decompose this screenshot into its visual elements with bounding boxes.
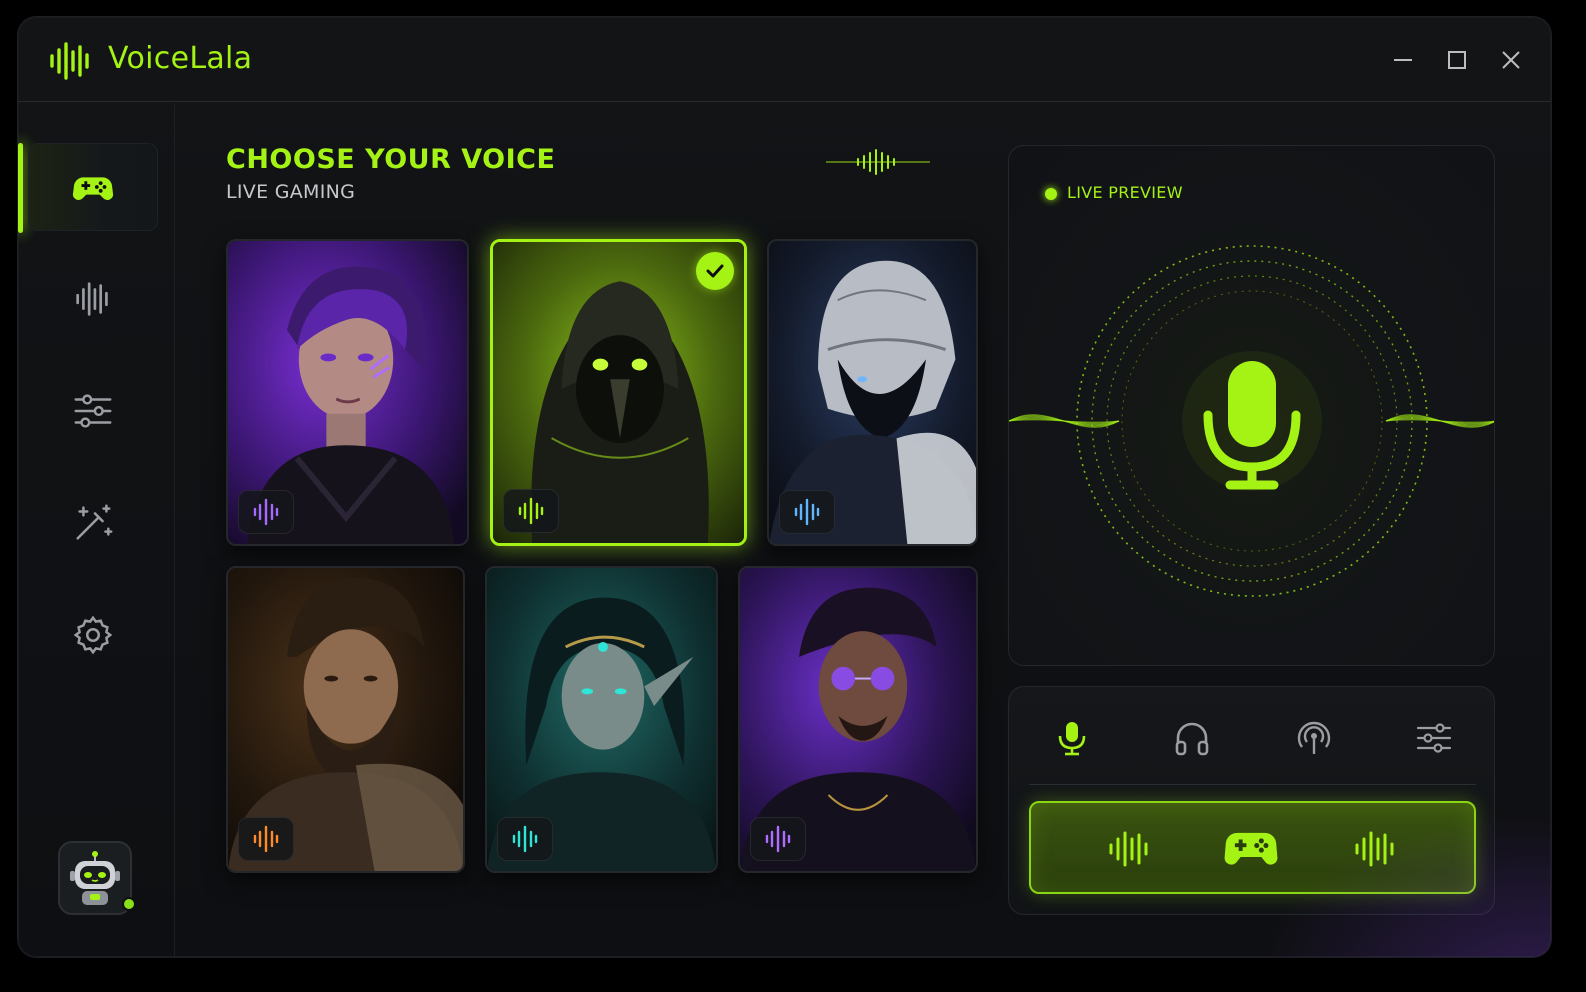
robot-icon	[70, 851, 120, 905]
sidebar	[18, 103, 175, 957]
page-title: CHOOSE YOUR VOICE	[226, 144, 556, 175]
waveform-icon	[253, 825, 279, 853]
live-indicator-dot	[1045, 188, 1057, 200]
waveform-icon	[76, 282, 108, 316]
magic-wand-icon	[76, 504, 113, 540]
waveform-icon	[512, 825, 538, 853]
waveform-logo-icon	[50, 42, 89, 80]
online-status-dot	[122, 897, 136, 911]
voice-preview-button[interactable]	[238, 817, 294, 861]
voice-preview-button[interactable]	[497, 817, 553, 861]
voice-card[interactable]	[485, 566, 718, 873]
microphone-toggle[interactable]	[1049, 715, 1095, 761]
close-button[interactable]	[1496, 45, 1526, 75]
gamepad-icon	[1224, 832, 1278, 865]
sidebar-item-effects[interactable]	[28, 479, 158, 567]
voice-preview-button[interactable]	[503, 489, 559, 533]
selected-check-icon	[696, 252, 734, 290]
sliders-icon	[74, 394, 112, 428]
divider	[1029, 784, 1476, 785]
assistant-avatar[interactable]	[58, 841, 136, 915]
headphones-icon	[1175, 722, 1209, 756]
settings-sliders-toggle[interactable]	[1411, 715, 1457, 761]
voice-preview-button[interactable]	[750, 817, 806, 861]
maximize-icon	[1448, 51, 1466, 69]
gamepad-icon	[72, 177, 114, 200]
maximize-button[interactable]	[1442, 45, 1472, 75]
mode-voice-left[interactable]	[1101, 821, 1157, 877]
sidebar-item-voice[interactable]	[28, 255, 158, 343]
mode-voice-right[interactable]	[1347, 821, 1403, 877]
sidebar-item-equalizer[interactable]	[28, 367, 158, 455]
app-title: VoiceLala	[108, 41, 253, 76]
headphones-toggle[interactable]	[1169, 715, 1215, 761]
gear-icon	[73, 615, 113, 655]
sliders-icon	[1416, 723, 1452, 753]
broadcast-toggle[interactable]	[1291, 715, 1337, 761]
waveform-icon	[253, 498, 279, 526]
close-icon	[1502, 51, 1520, 69]
title-bar: VoiceLala	[18, 17, 1551, 102]
voice-card[interactable]	[738, 566, 978, 873]
page-subtitle: LIVE GAMING	[226, 181, 356, 203]
live-preview-panel: LIVE PREVIEW	[1008, 145, 1495, 666]
waveform-icon	[765, 825, 791, 853]
waveform-icon	[1355, 831, 1394, 867]
mode-gaming[interactable]	[1223, 821, 1279, 877]
audio-visualizer	[1009, 245, 1494, 597]
live-preview-label: LIVE PREVIEW	[1067, 183, 1183, 202]
voice-card[interactable]	[767, 239, 978, 546]
waveform-icon	[794, 498, 820, 526]
audio-control-panel	[1008, 686, 1495, 915]
broadcast-icon	[1297, 721, 1331, 754]
active-indicator	[18, 143, 23, 233]
minimize-button[interactable]	[1388, 45, 1418, 75]
waveform-decoration-icon	[826, 149, 930, 175]
microphone-icon	[1058, 722, 1086, 756]
waveform-icon	[518, 497, 544, 525]
sidebar-item-settings[interactable]	[28, 591, 158, 679]
voice-preview-button[interactable]	[238, 490, 294, 534]
voice-preview-button[interactable]	[779, 490, 835, 534]
sidebar-item-gaming[interactable]	[28, 143, 158, 231]
voice-card[interactable]	[226, 239, 469, 546]
app-window: VoiceLala CHOOSE YOUR VOICE LIVE GAMING …	[18, 17, 1551, 957]
voice-card-selected[interactable]	[490, 239, 747, 546]
waveform-icon	[1109, 831, 1148, 867]
mode-bar	[1029, 801, 1476, 894]
minimize-icon	[1394, 59, 1412, 61]
voice-card[interactable]	[226, 566, 465, 873]
